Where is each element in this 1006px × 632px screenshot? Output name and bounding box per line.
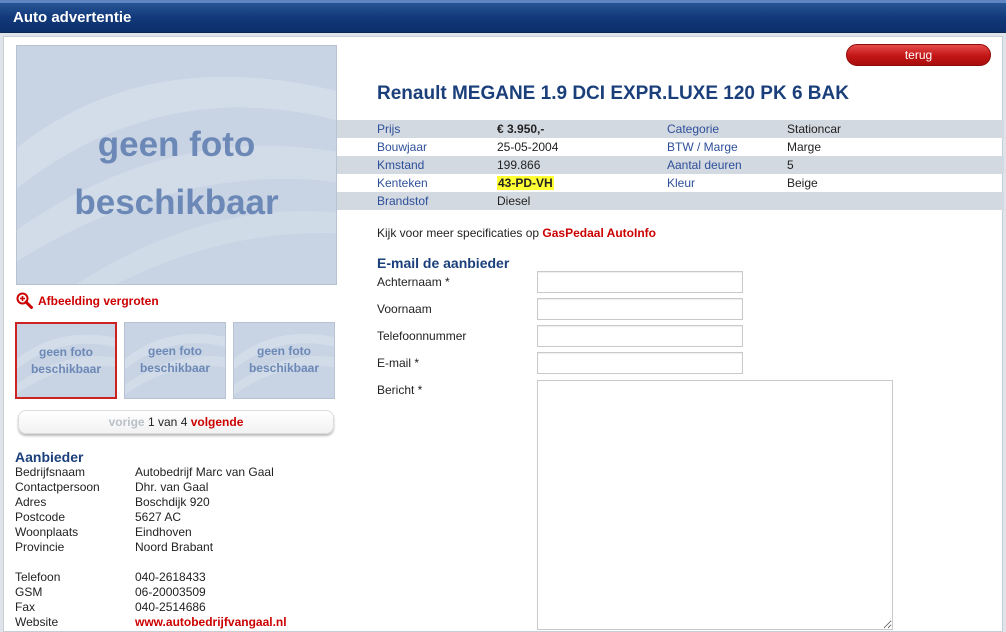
thumbnail-1[interactable]: geen foto beschikbaar xyxy=(15,322,117,399)
spec-label: Brandstof xyxy=(377,194,429,208)
specs-row: Kenteken 43-PD-VH Kleur Beige xyxy=(337,174,1004,192)
provider-value: Noord Brabant xyxy=(135,540,214,554)
back-button[interactable]: terug xyxy=(846,44,991,66)
thumbnail-3[interactable]: geen foto beschikbaar xyxy=(233,322,335,399)
spec-value: Marge xyxy=(787,140,822,154)
pager-next-link[interactable]: volgende xyxy=(191,415,244,429)
provider-label: Website xyxy=(15,615,59,629)
content-panel: geen foto beschikbaar Afbeelding vergrot… xyxy=(3,36,1004,632)
provider-label: Woonplaats xyxy=(15,525,79,539)
provider-label: Provincie xyxy=(15,540,65,554)
pager-prev-link[interactable]: vorige xyxy=(109,415,145,429)
no-photo-line1: geen foto xyxy=(97,125,256,164)
spec-price: € 3.950,- xyxy=(497,122,545,136)
zoom-in-icon xyxy=(16,292,33,309)
thumbnail-line2: beschikbaar xyxy=(139,361,211,375)
spec-value: Beige xyxy=(787,176,818,190)
main-photo[interactable]: geen foto beschikbaar xyxy=(16,45,337,285)
header-bar: Auto advertentie xyxy=(0,0,1006,33)
provider-value: Autobedrijf Marc van Gaal xyxy=(135,465,274,479)
achternaam-label: Achternaam * xyxy=(377,275,450,289)
thumbnail-line2: beschikbaar xyxy=(248,361,320,375)
email-form-heading: E-mail de aanbieder xyxy=(377,255,510,271)
provider-fax: 040-2514686 xyxy=(135,600,206,614)
content-frame: geen foto beschikbaar Afbeelding vergrot… xyxy=(0,33,1006,632)
provider-label: GSM xyxy=(15,585,43,599)
spec-value: Stationcar xyxy=(787,122,842,136)
pager-of-label: van xyxy=(157,415,178,429)
thumbnail-line1: geen foto xyxy=(257,344,311,358)
provider-label: Contactpersoon xyxy=(15,480,100,494)
email-field[interactable] xyxy=(537,352,743,374)
specs-row: Kmstand 199.866 Aantal deuren 5 xyxy=(337,156,1004,174)
license-plate: 43-PD-VH xyxy=(497,176,554,190)
enlarge-image-label: Afbeelding vergroten xyxy=(38,293,159,308)
voornaam-field[interactable] xyxy=(537,298,743,320)
spec-label: Bouwjaar xyxy=(377,140,428,154)
no-photo-text: geen foto beschikbaar xyxy=(17,116,336,232)
thumbnail-placeholder-text: geen foto beschikbaar xyxy=(234,343,334,377)
provider-label: Adres xyxy=(15,495,47,509)
spec-label: Prijs xyxy=(377,122,401,136)
provider-phone: 040-2618433 xyxy=(135,570,206,584)
telefoonnummer-label: Telefoonnummer xyxy=(377,329,467,343)
provider-value: Eindhoven xyxy=(135,525,192,539)
no-photo-line2: beschikbaar xyxy=(74,183,279,222)
pager-current: 1 xyxy=(147,415,155,429)
spec-value: 199.866 xyxy=(497,158,541,172)
provider-label: Fax xyxy=(15,600,36,614)
achternaam-field[interactable] xyxy=(537,271,743,293)
voornaam-label: Voornaam xyxy=(377,302,432,316)
thumbnail-placeholder-text: geen foto beschikbaar xyxy=(125,343,225,377)
spec-value: 5 xyxy=(787,158,794,172)
autoinfo-link[interactable]: GasPedaal AutoInfo xyxy=(542,226,656,240)
more-info-text: Kijk voor meer specificaties op xyxy=(377,226,543,240)
email-label: E-mail * xyxy=(377,356,420,370)
provider-gsm: 06-20003509 xyxy=(135,585,206,599)
bericht-label: Bericht * xyxy=(377,383,423,397)
spec-label: Aantal deuren xyxy=(667,158,742,172)
thumbnail-line1: geen foto xyxy=(148,344,202,358)
provider-value: Boschdijk 920 xyxy=(135,495,210,509)
spec-value: 43-PD-VH xyxy=(497,174,554,192)
provider-label: Telefoon xyxy=(15,570,61,584)
specs-table: Prijs € 3.950,- Categorie Stationcar Bou… xyxy=(337,120,1004,210)
thumbnail-pager: vorige 1 van 4 volgende xyxy=(18,410,334,434)
enlarge-image-link[interactable]: Afbeelding vergroten xyxy=(16,292,159,309)
spec-label: Kenteken xyxy=(377,176,428,190)
spec-label: BTW / Marge xyxy=(667,140,738,154)
provider-heading: Aanbieder xyxy=(15,449,84,465)
spec-label: Kleur xyxy=(667,176,696,190)
specs-row: Prijs € 3.950,- Categorie Stationcar xyxy=(337,120,1004,138)
thumbnail-placeholder-text: geen foto beschikbaar xyxy=(17,344,115,378)
provider-label: Bedrijfsnaam xyxy=(15,465,86,479)
bericht-textarea[interactable] xyxy=(537,380,893,630)
header-accent-line xyxy=(0,0,1006,3)
provider-label: Postcode xyxy=(15,510,66,524)
spec-value: 25-05-2004 xyxy=(497,140,559,154)
provider-value: Dhr. van Gaal xyxy=(135,480,209,494)
telefoonnummer-field[interactable] xyxy=(537,325,743,347)
provider-website-link[interactable]: www.autobedrijfvangaal.nl xyxy=(135,615,287,630)
specs-row: Bouwjaar 25-05-2004 BTW / Marge Marge xyxy=(337,138,1004,156)
car-title: Renault MEGANE 1.9 DCI EXPR.LUXE 120 PK … xyxy=(377,83,849,104)
provider-value: 5627 AC xyxy=(135,510,182,524)
spec-label: Categorie xyxy=(667,122,720,136)
page-title: Auto advertentie xyxy=(13,9,132,26)
spec-value: Diesel xyxy=(497,194,531,208)
specs-row: Brandstof Diesel xyxy=(337,192,1004,210)
spec-label: Kmstand xyxy=(377,158,425,172)
thumbnail-2[interactable]: geen foto beschikbaar xyxy=(124,322,226,399)
thumbnail-line1: geen foto xyxy=(39,345,93,359)
thumbnail-line2: beschikbaar xyxy=(30,362,102,376)
pager-total: 4 xyxy=(180,415,188,429)
more-info-line: Kijk voor meer specificaties op GasPedaa… xyxy=(377,226,656,240)
